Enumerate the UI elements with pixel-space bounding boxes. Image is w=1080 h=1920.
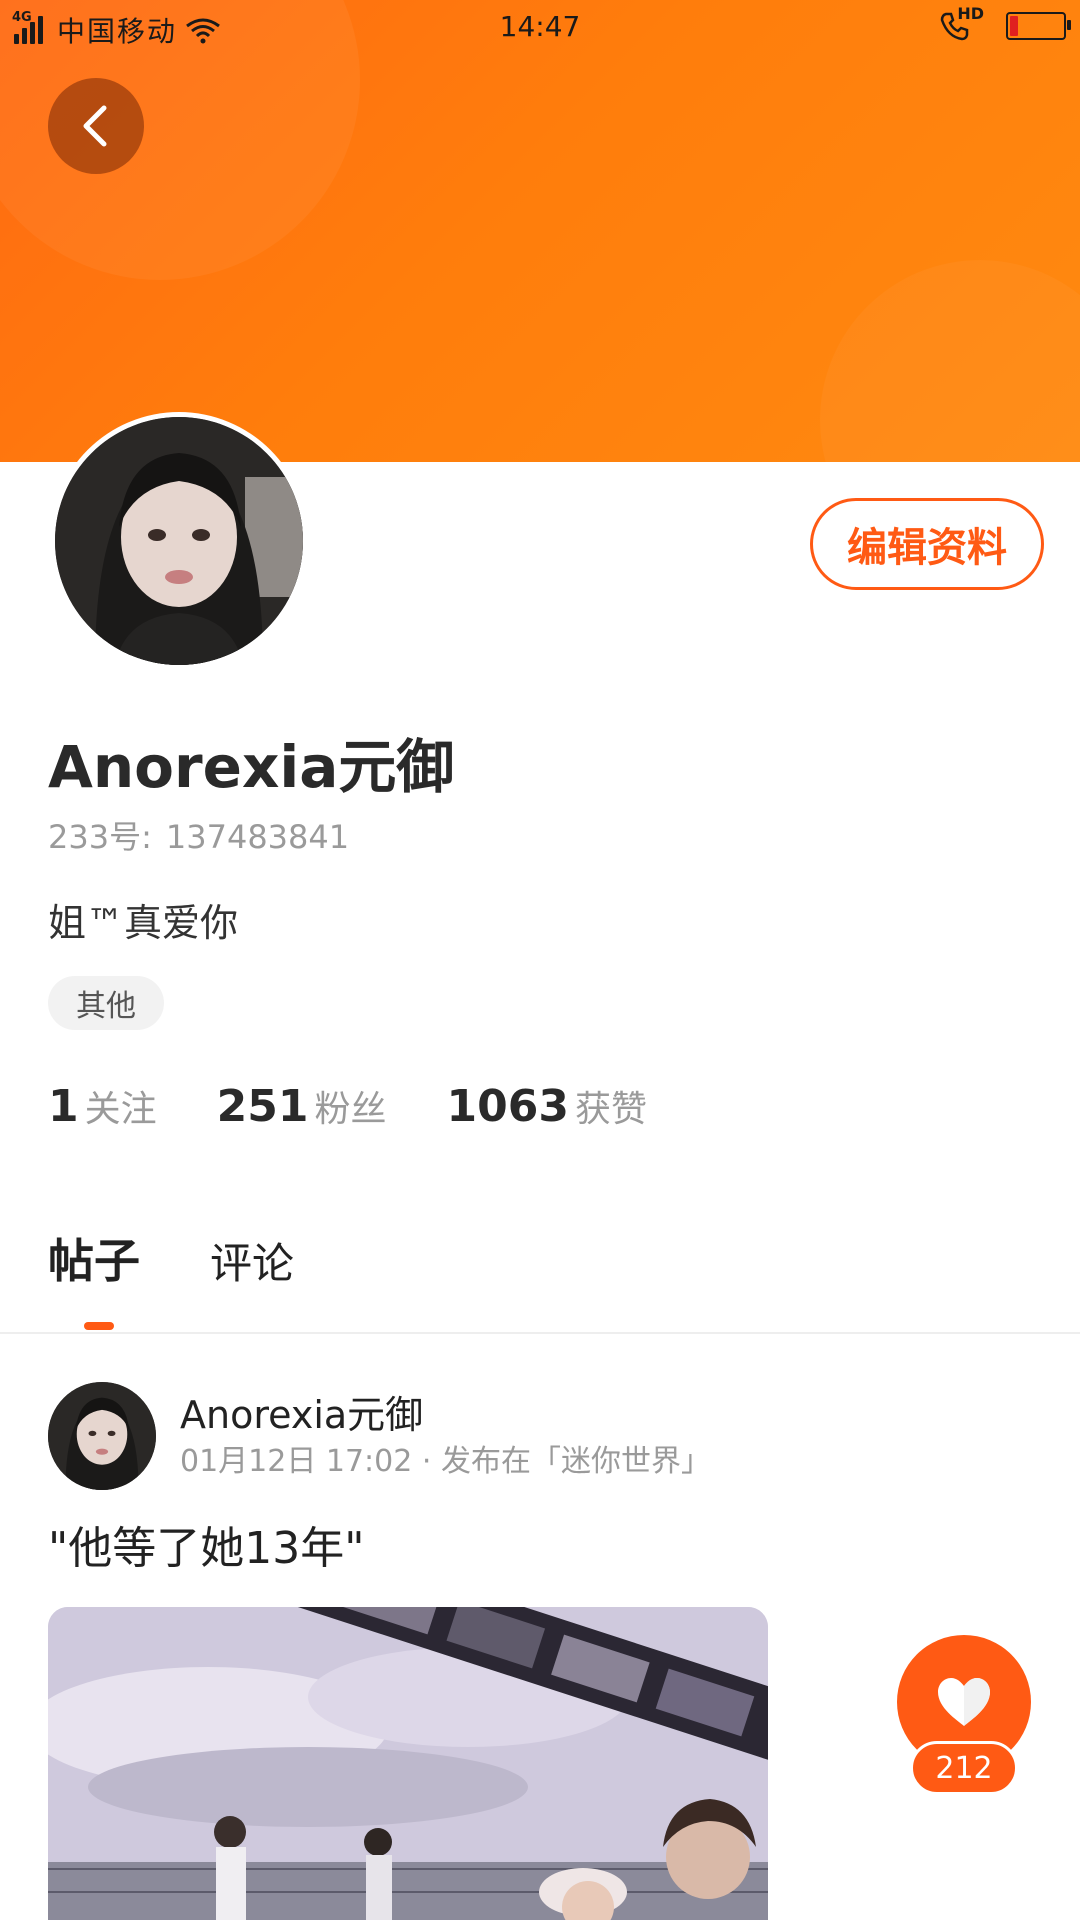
heart-icon: [938, 1678, 990, 1726]
profile-id-label: 233号:: [48, 818, 152, 856]
back-button[interactable]: [48, 78, 144, 174]
active-tab-indicator: [84, 1322, 114, 1330]
content-tabs: 帖子 评论: [48, 1225, 294, 1291]
battery-level: [1010, 16, 1018, 36]
stat-label: 关注: [84, 1089, 157, 1130]
banner-decoration: [820, 260, 1080, 462]
profile-tag[interactable]: 其他: [48, 976, 164, 1030]
edit-profile-button[interactable]: 编辑资料: [810, 498, 1044, 590]
profile-stats: 1 关注 251 粉丝 1063 获赞: [48, 1080, 707, 1132]
profile-id-value: 137483841: [165, 818, 350, 856]
tab-comments[interactable]: 评论: [210, 1230, 294, 1291]
stat-following[interactable]: 1 关注: [48, 1080, 157, 1132]
tabs-divider: [0, 1332, 1080, 1334]
chevron-left-icon: [83, 105, 107, 147]
avatar-image: [55, 417, 303, 665]
stat-followers[interactable]: 251 粉丝: [217, 1080, 387, 1132]
stat-value: 251: [216, 1081, 309, 1132]
stat-label: 粉丝: [314, 1089, 387, 1130]
post-title[interactable]: "他等了她13年": [48, 1512, 364, 1576]
tab-posts[interactable]: 帖子: [48, 1225, 140, 1291]
profile-username: Anorexia元御: [48, 733, 455, 801]
stat-label: 获赞: [574, 1089, 647, 1130]
stat-likes[interactable]: 1063 获赞: [447, 1080, 647, 1132]
post-image[interactable]: [48, 1607, 768, 1920]
profile-banner: 4G 中国移动 14:47 HD: [0, 0, 1080, 462]
hd-call-icon: HD: [938, 4, 984, 42]
hd-label: HD: [957, 4, 984, 23]
stat-value: 1: [48, 1081, 79, 1132]
profile-id: 233号: 137483841: [48, 812, 349, 858]
profile-bio: 姐™真爱你: [48, 901, 239, 945]
status-time: 14:47: [499, 10, 581, 43]
like-count: 212: [910, 1741, 1018, 1795]
post-meta: 01月12日 17:02 · 发布在「迷你世界」: [180, 1444, 711, 1479]
status-bar: 4G 中国移动 14:47 HD: [0, 0, 1080, 56]
post-author-name[interactable]: Anorexia元御: [180, 1384, 423, 1439]
stat-value: 1063: [446, 1081, 569, 1132]
profile-avatar[interactable]: [50, 412, 308, 670]
battery-icon: [1006, 12, 1071, 40]
post-author-avatar[interactable]: [48, 1382, 156, 1490]
